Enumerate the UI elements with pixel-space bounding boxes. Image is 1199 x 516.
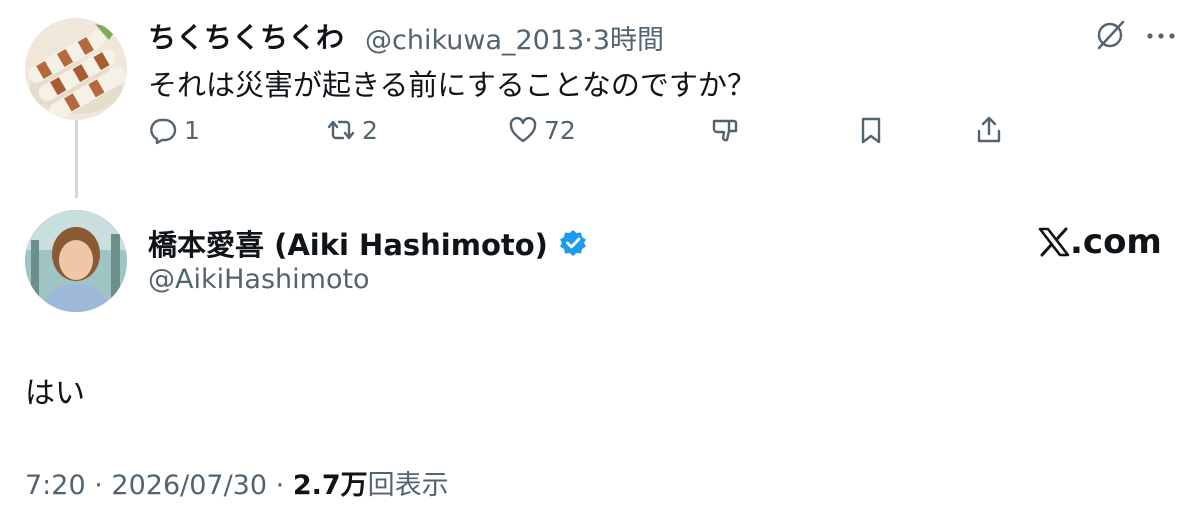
post-timestamp-views: 7:20 · 2026/07/30 · 2.7万回表示 [25,463,449,502]
footer-separator-2: · [275,470,285,501]
post-date[interactable]: 2026/07/30 [111,470,267,501]
reply-time[interactable]: 3時間 [593,25,664,56]
reply-meta: @chikuwa_2013·3時間 [365,18,664,57]
thread-connector-line [75,120,78,198]
more-options-icon[interactable] [1146,28,1176,42]
like-button[interactable]: 72 [508,115,576,145]
chikuwa-avatar-image [25,18,127,120]
thumbs-down-icon [712,119,738,142]
footer-separator: · [94,470,103,501]
verified-badge-icon[interactable] [558,228,588,258]
x-com-logo: .com [1038,222,1162,262]
x-logo-icon [1038,227,1070,257]
reply-icon [150,118,177,145]
reply-action-bar: 1 2 72 [148,115,1018,159]
reply-author-avatar[interactable] [25,18,127,120]
main-post-text: はい [25,376,85,411]
grok-icon[interactable] [1093,18,1127,52]
reply-text: それは災害が起きる前にすることなのですか？ [148,68,756,102]
reply-button[interactable]: 1 [148,115,200,145]
reply-author-name[interactable]: ちくちくちくわ [148,16,344,56]
main-author-name-row: 橋本愛喜 (Aiki Hashimoto) [148,222,588,264]
bookmark-button[interactable] [856,115,892,145]
main-author-handle[interactable]: @AikiHashimoto [148,264,370,295]
post-time[interactable]: 7:20 [25,470,86,501]
views-label: 回表示 [367,470,449,501]
reply-handle[interactable]: @chikuwa_2013 [365,25,584,56]
share-button[interactable] [974,115,1010,145]
like-count: 72 [544,115,576,145]
repost-count: 2 [362,115,378,145]
repost-icon [327,120,355,140]
main-author-avatar[interactable] [25,210,127,312]
reply-meta-separator: · [584,25,593,56]
heart-icon [509,116,537,143]
share-icon [977,116,1001,143]
reply-count: 1 [184,115,200,145]
bookmark-icon [861,117,881,144]
main-author-name[interactable]: 橋本愛喜 (Aiki Hashimoto) [148,222,548,264]
views-number[interactable]: 2.7万 [293,470,368,501]
person-avatar-image [25,210,127,312]
repost-button[interactable]: 2 [326,115,378,145]
x-com-suffix: .com [1070,222,1162,262]
dislike-button[interactable] [710,115,746,145]
